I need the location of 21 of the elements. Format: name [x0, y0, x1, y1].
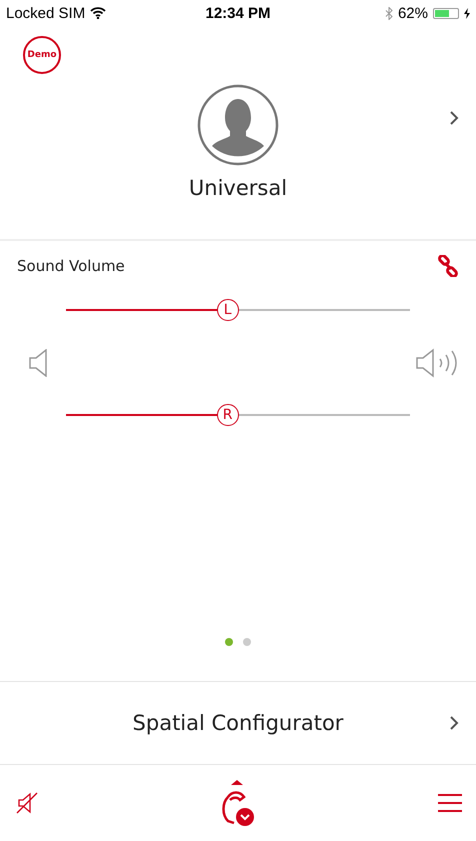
page-dot[interactable]	[225, 638, 233, 646]
demo-badge: Demo	[23, 36, 61, 74]
mute-icon[interactable]	[16, 792, 38, 814]
section-title: Sound Volume	[17, 257, 125, 275]
volume-slider[interactable]: L	[66, 299, 410, 321]
bluetooth-icon	[384, 6, 393, 20]
battery-icon	[433, 8, 459, 18]
charging-icon	[464, 8, 470, 18]
volume-slider[interactable]: R	[66, 404, 410, 426]
link-icon[interactable]	[437, 255, 459, 277]
speaker-low-icon	[29, 348, 49, 376]
chevron-right-icon[interactable]	[449, 110, 459, 126]
page-dot[interactable]	[243, 638, 251, 646]
wifi-icon	[90, 7, 106, 19]
avatar-icon	[197, 84, 279, 166]
menu-icon[interactable]	[438, 793, 462, 813]
program-name: Universal	[188, 176, 288, 200]
carrier-text: Locked SIM	[6, 4, 86, 22]
battery-percent: 62%	[398, 4, 428, 22]
time-text: 12:34 PM	[205, 4, 271, 22]
chevron-right-icon	[449, 715, 459, 731]
